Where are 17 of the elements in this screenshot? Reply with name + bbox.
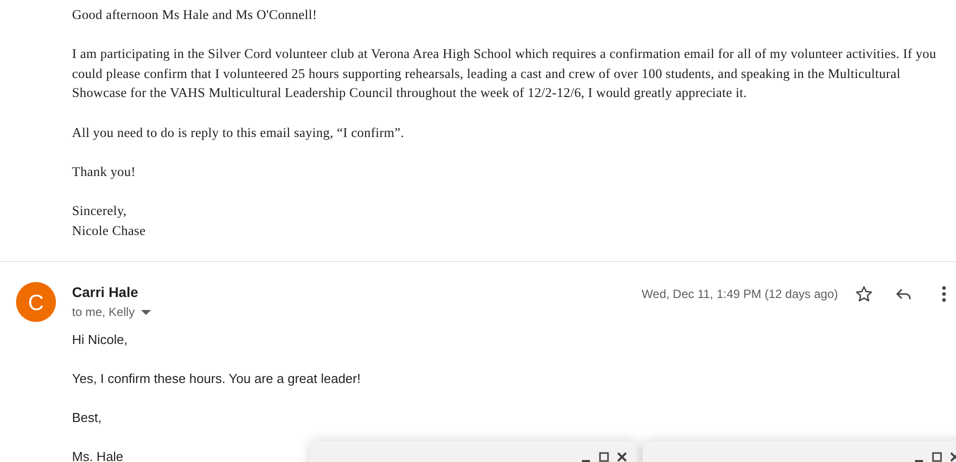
recipients-text: to me, Kelly — [72, 304, 135, 322]
close-icon[interactable] — [616, 451, 628, 462]
expand-icon[interactable] — [931, 451, 943, 462]
body-paragraph: Ms. Hale — [72, 448, 124, 462]
sender-avatar: C — [16, 282, 56, 322]
body-paragraph: Thank you! — [72, 162, 136, 181]
body-paragraph: Sincerely, Nicole Chase — [72, 202, 146, 240]
body-paragraph: All you need to do is reply to this email saying, “I confirm”. — [72, 124, 404, 142]
sender-name: Carri Hale — [72, 283, 140, 302]
body-paragraph: Hi Nicole, — [72, 331, 128, 350]
expand-icon[interactable] — [598, 451, 610, 462]
details-dropdown[interactable] — [140, 307, 151, 318]
body-paragraph: I am participating in the Silver Cord volunteer club at Verona Area High School which requires a confirmation email for all of my volunteer activities. If you could please confirm that I volunteered 25 hours supporting rehearsals, leading a cast and crew of over 100 students, and speaking in the Multicultural Showcase for the VAHS Multicultural Leadership Council throughout the week of 12/2-12/6, I would greatly appreciate it. — [72, 45, 938, 102]
body-paragraph: Best, — [72, 409, 102, 428]
body-paragraph: Yes, I confirm these hours. You are a great leader! — [72, 370, 361, 388]
message-date: Wed, Dec 11, 1:49 PM (12 days ago) — [642, 286, 838, 304]
body-paragraph: Good afternoon Ms Hale and Ms O'Connell! — [72, 6, 317, 24]
